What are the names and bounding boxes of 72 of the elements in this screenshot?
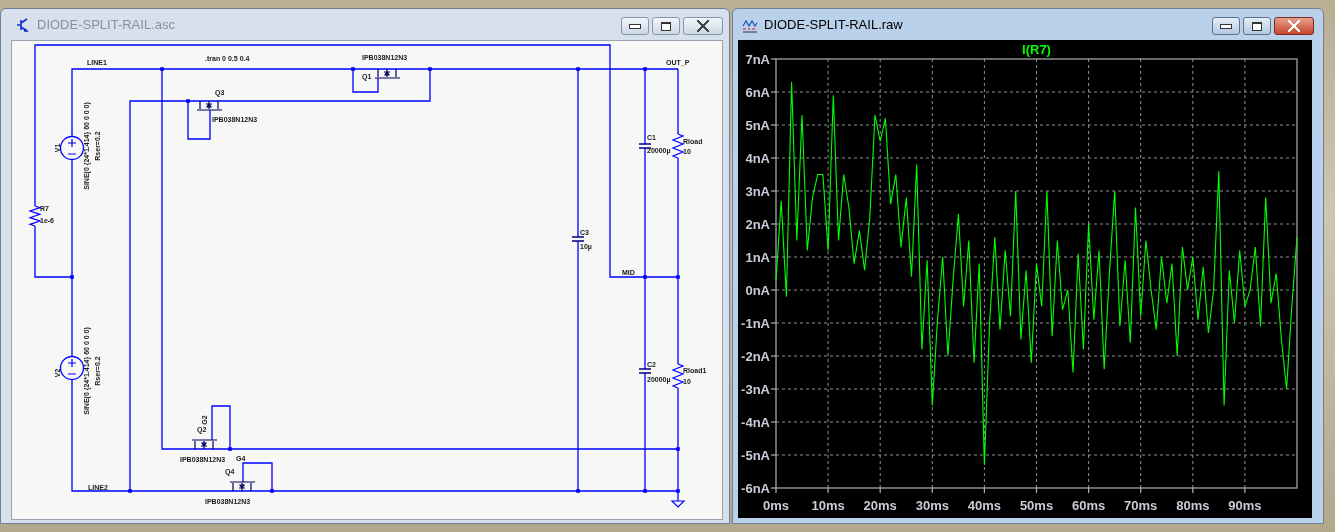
tick-label: 70ms bbox=[1124, 498, 1158, 513]
resistor-symbol bbox=[671, 133, 685, 159]
tick-label: 1nA bbox=[745, 250, 770, 265]
tick-mark bbox=[770, 58, 777, 60]
tick-label: -3nA bbox=[741, 382, 770, 397]
tick-label: -2nA bbox=[741, 349, 770, 364]
mosfet-symbol bbox=[229, 481, 256, 492]
resistor-symbol bbox=[671, 363, 685, 389]
voltage-source-symbol bbox=[59, 135, 85, 161]
tick-mark bbox=[770, 124, 777, 126]
tick-label: 20ms bbox=[863, 498, 897, 513]
tick-label: 60ms bbox=[1071, 498, 1106, 513]
minimize-button[interactable] bbox=[1212, 17, 1240, 35]
tick-label: 30ms bbox=[915, 498, 949, 513]
capacitor-symbol bbox=[638, 368, 652, 374]
mosfet-symbol bbox=[374, 68, 401, 79]
transistor-icon bbox=[15, 16, 31, 33]
tick-label: 3nA bbox=[745, 184, 770, 199]
maximize-icon bbox=[1252, 21, 1262, 31]
trace-name: I(R7) bbox=[1022, 42, 1051, 57]
minimize-icon bbox=[629, 23, 641, 29]
tick-mark bbox=[770, 190, 777, 192]
tick-label: 4nA bbox=[745, 151, 770, 166]
tick-label: -4nA bbox=[741, 415, 770, 430]
tick-mark bbox=[770, 322, 777, 324]
tick-mark bbox=[1192, 487, 1194, 494]
tick-mark bbox=[770, 355, 777, 357]
close-button[interactable] bbox=[1274, 17, 1314, 35]
minimize-icon bbox=[1220, 23, 1232, 29]
tick-label: 40ms bbox=[967, 498, 1002, 513]
window-title: DIODE-SPLIT-RAIL.asc bbox=[37, 17, 176, 32]
tick-mark bbox=[879, 487, 881, 494]
tick-mark bbox=[1244, 487, 1246, 494]
tick-mark bbox=[770, 289, 777, 291]
tick-mark bbox=[770, 223, 777, 225]
tick-mark bbox=[770, 421, 777, 423]
capacitor-symbol bbox=[638, 143, 652, 149]
tick-mark bbox=[1035, 487, 1038, 494]
tick-label: 0ms bbox=[763, 498, 789, 513]
capacitor-symbol bbox=[571, 236, 585, 242]
mosfet-symbol bbox=[191, 439, 218, 450]
close-icon bbox=[697, 20, 709, 32]
tick-label: 0nA bbox=[745, 283, 770, 298]
resistor-symbol bbox=[28, 205, 42, 227]
tick-mark bbox=[931, 487, 933, 494]
tick-label: 50ms bbox=[1019, 498, 1054, 513]
tick-mark bbox=[770, 454, 777, 456]
voltage-source-symbol bbox=[59, 355, 85, 381]
tick-mark bbox=[1140, 487, 1142, 494]
tick-label: 10ms bbox=[811, 498, 845, 513]
tick-mark bbox=[983, 487, 985, 494]
tick-label: 5nA bbox=[745, 118, 770, 133]
tick-label: 6nA bbox=[745, 85, 770, 100]
tick-mark bbox=[770, 388, 777, 390]
tick-mark bbox=[1088, 487, 1090, 494]
maximize-icon bbox=[661, 21, 671, 31]
mosfet-symbol bbox=[196, 100, 223, 111]
tick-mark bbox=[827, 487, 829, 494]
tick-mark bbox=[770, 157, 777, 159]
tick-label: -6nA bbox=[741, 481, 770, 496]
tick-label: 7nA bbox=[745, 52, 770, 67]
tick-mark bbox=[770, 256, 777, 258]
tick-label: -1nA bbox=[741, 316, 770, 331]
window-title: DIODE-SPLIT-RAIL.raw bbox=[764, 17, 904, 32]
tick-label: 90ms bbox=[1228, 498, 1262, 513]
ground-symbol bbox=[670, 500, 686, 508]
tick-label: -5nA bbox=[741, 448, 770, 463]
tick-mark bbox=[770, 91, 777, 93]
tick-label: 2nA bbox=[745, 217, 770, 232]
close-icon bbox=[1288, 20, 1300, 32]
tick-label: 80ms bbox=[1176, 498, 1210, 513]
maximize-button[interactable] bbox=[1243, 17, 1271, 35]
